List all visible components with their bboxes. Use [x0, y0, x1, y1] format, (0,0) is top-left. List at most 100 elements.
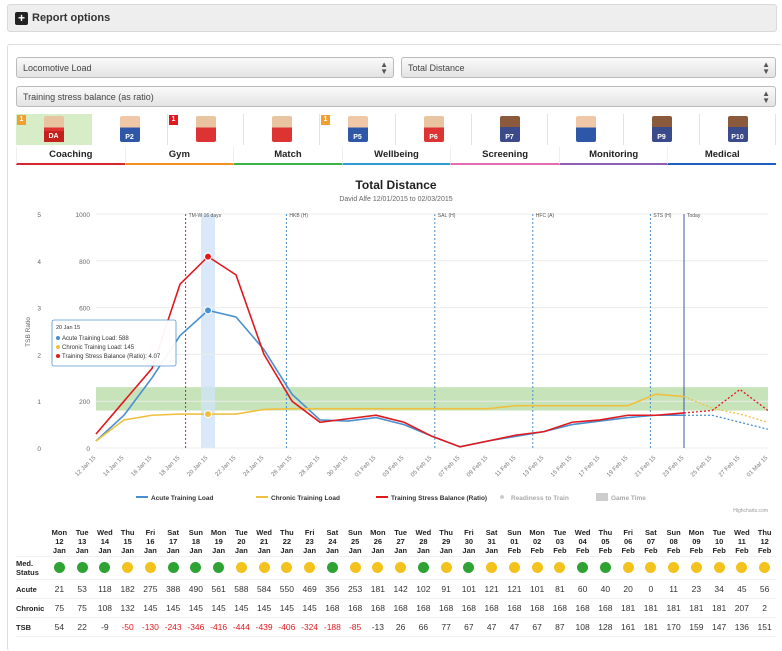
status-cell: [662, 561, 685, 575]
acute-cell: 121: [484, 584, 499, 594]
x-tick: 19 Feb 15: [606, 455, 630, 479]
chronic-cell: 145: [166, 603, 181, 613]
x-tick: 03 Feb 15: [382, 455, 406, 479]
player-card[interactable]: 1: [168, 114, 244, 145]
category-tabs: Coaching Gym Match Wellbeing Screening Monito…: [16, 147, 777, 165]
player-card[interactable]: P7: [472, 114, 548, 145]
metric-select[interactable]: Locomotive Load ▲ ▼: [16, 57, 394, 78]
player-strip: 1 DA P2 1 1 P5 P6 P7 P9 P10: [16, 114, 776, 145]
status-dot-icon: [235, 561, 247, 573]
status-cell: [617, 561, 640, 575]
chronic-cell: 145: [143, 603, 158, 613]
player-card[interactable]: [244, 114, 320, 145]
chronic-cell: 168: [507, 603, 522, 613]
tooltip-line: Training Stress Balance (Ratio): 4.07: [62, 354, 161, 360]
tsb-cell: -324: [301, 622, 319, 632]
chronic-cell: 181: [712, 603, 727, 613]
submetric-select[interactable]: Total Distance ▲ ▼: [401, 57, 776, 78]
player-card[interactable]: [548, 114, 624, 145]
submetric-select-value: Total Distance: [408, 62, 465, 73]
acute-cell: 388: [166, 584, 181, 594]
tooltip-line: Acute Training Load: 588: [62, 336, 129, 342]
tsb-cell: 54: [54, 622, 65, 632]
tab-match[interactable]: Match: [233, 147, 342, 165]
chronic-cell: 168: [325, 603, 340, 613]
chart: Total Distance David Alfe 12/01/2015 to 0…: [16, 172, 776, 517]
acute-cell: 550: [279, 584, 294, 594]
day-header: Tue 10 Feb: [712, 528, 726, 555]
acute-cell: 91: [441, 584, 451, 594]
tab-gym[interactable]: Gym: [124, 147, 234, 165]
tsb-cell: 147: [712, 622, 727, 632]
player-card[interactable]: P9: [624, 114, 700, 145]
player-card[interactable]: 1 DA: [16, 114, 92, 145]
legend-item: Readiness to Train: [511, 495, 569, 502]
x-tick: 07 Feb 15: [438, 455, 462, 479]
tab-monitoring[interactable]: Monitoring: [558, 147, 668, 165]
player-card[interactable]: P10: [700, 114, 776, 145]
status-cell: [594, 561, 617, 575]
tsb-cell: 108: [575, 622, 590, 632]
status-dot-icon: [690, 561, 702, 573]
tsb-cell: 151: [757, 622, 772, 632]
status-cell: [753, 561, 776, 575]
chronic-cell: 168: [393, 603, 408, 613]
status-cell: [139, 561, 162, 575]
chronic-cell: 168: [575, 603, 590, 613]
status-cell: [549, 561, 572, 575]
acute-cell: 142: [393, 584, 408, 594]
tsb-cell: 47: [509, 622, 520, 632]
table-row: Acute 21 53 118 182 275 388 490 561 588 584 550 469 3…: [16, 580, 776, 599]
status-cell: [731, 561, 754, 575]
data-table: Mon 12 Jan Tue 13 Jan Wed 14 Jan Thu 15 Jan Fri 16 Jan…: [16, 527, 776, 637]
tab-medical[interactable]: Medical: [667, 147, 777, 165]
player-tag: DA: [43, 131, 64, 142]
report-options-bar[interactable]: + Report options: [7, 4, 777, 32]
acute-cell: 121: [507, 584, 522, 594]
tooltip-date: 20 Jan 15: [56, 325, 80, 331]
player-card[interactable]: P2: [92, 114, 168, 145]
x-tick: 24 Jan 15: [243, 455, 266, 478]
status-dot-icon: [53, 561, 65, 573]
tsb-cell: 67: [532, 622, 542, 632]
y-right-tick: 1000: [76, 212, 91, 219]
day-header: Wed 21 Jan: [256, 528, 272, 555]
status-cell: [207, 561, 230, 575]
acute-cell: 20: [623, 584, 633, 594]
status-dot-icon: [713, 561, 725, 573]
series-point: [204, 410, 212, 419]
status-dot-icon: [395, 561, 407, 573]
x-tick: 01 Feb 15: [354, 455, 378, 479]
x-tick: 14 Jan 15: [103, 455, 126, 478]
status-cell: [298, 561, 321, 575]
select-arrows-icon: ▲ ▼: [380, 60, 388, 76]
event-label: SAL (H): [438, 213, 456, 219]
chronic-cell: 145: [302, 603, 317, 613]
acute-cell: 60: [577, 584, 588, 594]
day-header: Wed 14 Jan: [97, 528, 113, 555]
player-number: P5: [353, 134, 362, 141]
player-avatar: P7: [499, 116, 520, 142]
acute-cell: 584: [257, 584, 272, 594]
player-card[interactable]: P6: [396, 114, 472, 145]
acute-cell: 45: [737, 584, 747, 594]
tab-coaching[interactable]: Coaching: [16, 147, 125, 165]
player-card[interactable]: 1 P5: [320, 114, 396, 145]
status-dot-icon: [258, 561, 270, 573]
event-label: STS (H): [653, 213, 671, 219]
day-header: Thu 22 Jan: [280, 528, 294, 555]
tab-wellbeing[interactable]: Wellbeing: [341, 147, 451, 165]
x-tick: 01 Mar 15: [746, 455, 770, 479]
analysis-select[interactable]: Training stress balance (as ratio) ▲ ▼: [16, 86, 776, 107]
tab-screening[interactable]: Screening: [450, 147, 559, 165]
status-dot-icon: [326, 561, 338, 573]
y-left-tick: 3: [37, 306, 41, 313]
day-header: Tue 27 Jan: [394, 528, 408, 555]
status-dot-icon: [577, 561, 589, 573]
tsb-cell: -243: [164, 622, 182, 632]
status-dot-icon: [349, 561, 361, 573]
player-number: P7: [505, 134, 514, 141]
day-header: Thu 29 Jan: [439, 528, 453, 555]
event-label: HKB (H): [289, 213, 308, 219]
status-cell: [116, 561, 139, 575]
